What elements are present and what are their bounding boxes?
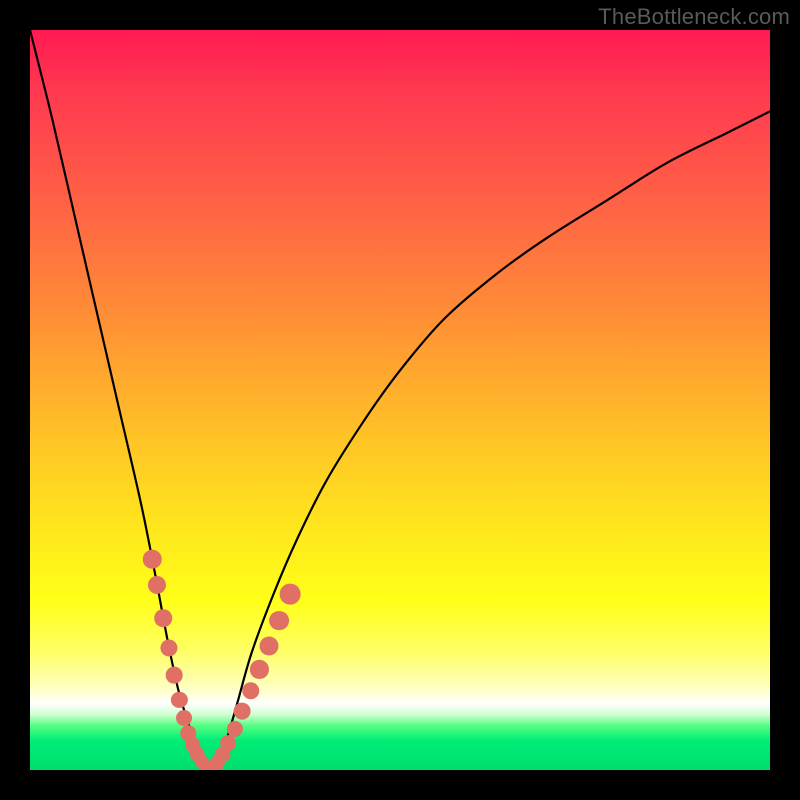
bead-marker (227, 720, 243, 736)
bead-marker (234, 702, 251, 719)
bead-marker (143, 550, 162, 569)
bead-markers (30, 30, 770, 770)
bead-marker (269, 611, 289, 631)
bead-marker (220, 736, 236, 752)
plot-area (30, 30, 770, 770)
chart-frame: TheBottleneck.com (0, 0, 800, 800)
bead-marker (176, 710, 192, 726)
attribution-text: TheBottleneck.com (598, 4, 790, 30)
bead-marker (250, 660, 268, 678)
bead-marker (280, 584, 301, 605)
bead-marker (166, 667, 183, 684)
bead-marker (154, 610, 172, 628)
bead-marker (260, 636, 279, 655)
bead-marker (148, 576, 166, 594)
bead-marker (161, 639, 178, 656)
bead-marker (171, 692, 187, 708)
bead-marker (242, 682, 259, 699)
